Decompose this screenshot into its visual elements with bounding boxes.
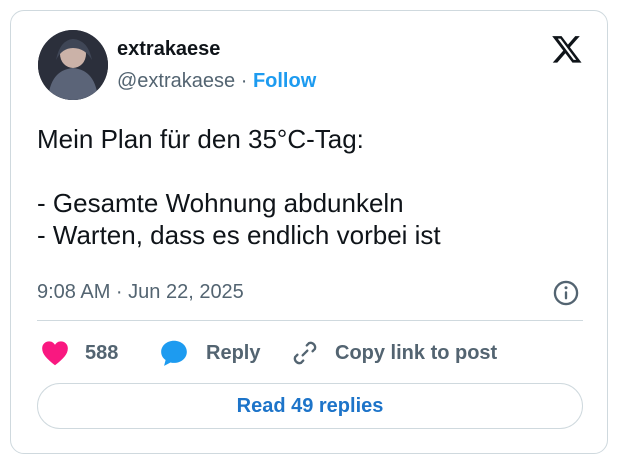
action-bar: 588 Reply Copy link to post — [41, 338, 581, 368]
read-replies-label: Read 49 replies — [236, 394, 384, 417]
timestamp[interactable]: 9:08 AM · Jun 22, 2025 — [37, 281, 244, 304]
divider — [37, 320, 583, 321]
copy-link-label: Copy link to post — [335, 341, 498, 364]
avatar[interactable] — [38, 30, 108, 100]
separator-dot: · — [240, 70, 248, 92]
like-button[interactable]: 588 — [41, 338, 118, 368]
x-logo-icon[interactable] — [551, 33, 583, 65]
follow-button[interactable]: Follow — [253, 70, 316, 92]
info-icon[interactable] — [552, 279, 580, 307]
avatar-image — [38, 30, 108, 100]
display-name[interactable]: extrakaese — [117, 38, 220, 61]
tweet-text: Mein Plan für den 35°C-Tag: - Gesamte Wo… — [37, 124, 441, 250]
reply-button[interactable]: Reply — [160, 338, 260, 368]
handle-row: @extrakaese · Follow — [117, 70, 316, 93]
user-handle[interactable]: @extrakaese — [117, 70, 235, 92]
like-count: 588 — [85, 341, 119, 364]
tweet-card: extrakaese @extrakaese · Follow Mein Pla… — [10, 10, 608, 454]
read-replies-button[interactable]: Read 49 replies — [37, 383, 583, 429]
heart-icon — [42, 341, 68, 366]
reply-bubble-icon — [161, 340, 187, 366]
reply-label: Reply — [206, 341, 261, 364]
link-icon — [293, 341, 317, 365]
copy-link-button[interactable]: Copy link to post — [291, 338, 497, 368]
